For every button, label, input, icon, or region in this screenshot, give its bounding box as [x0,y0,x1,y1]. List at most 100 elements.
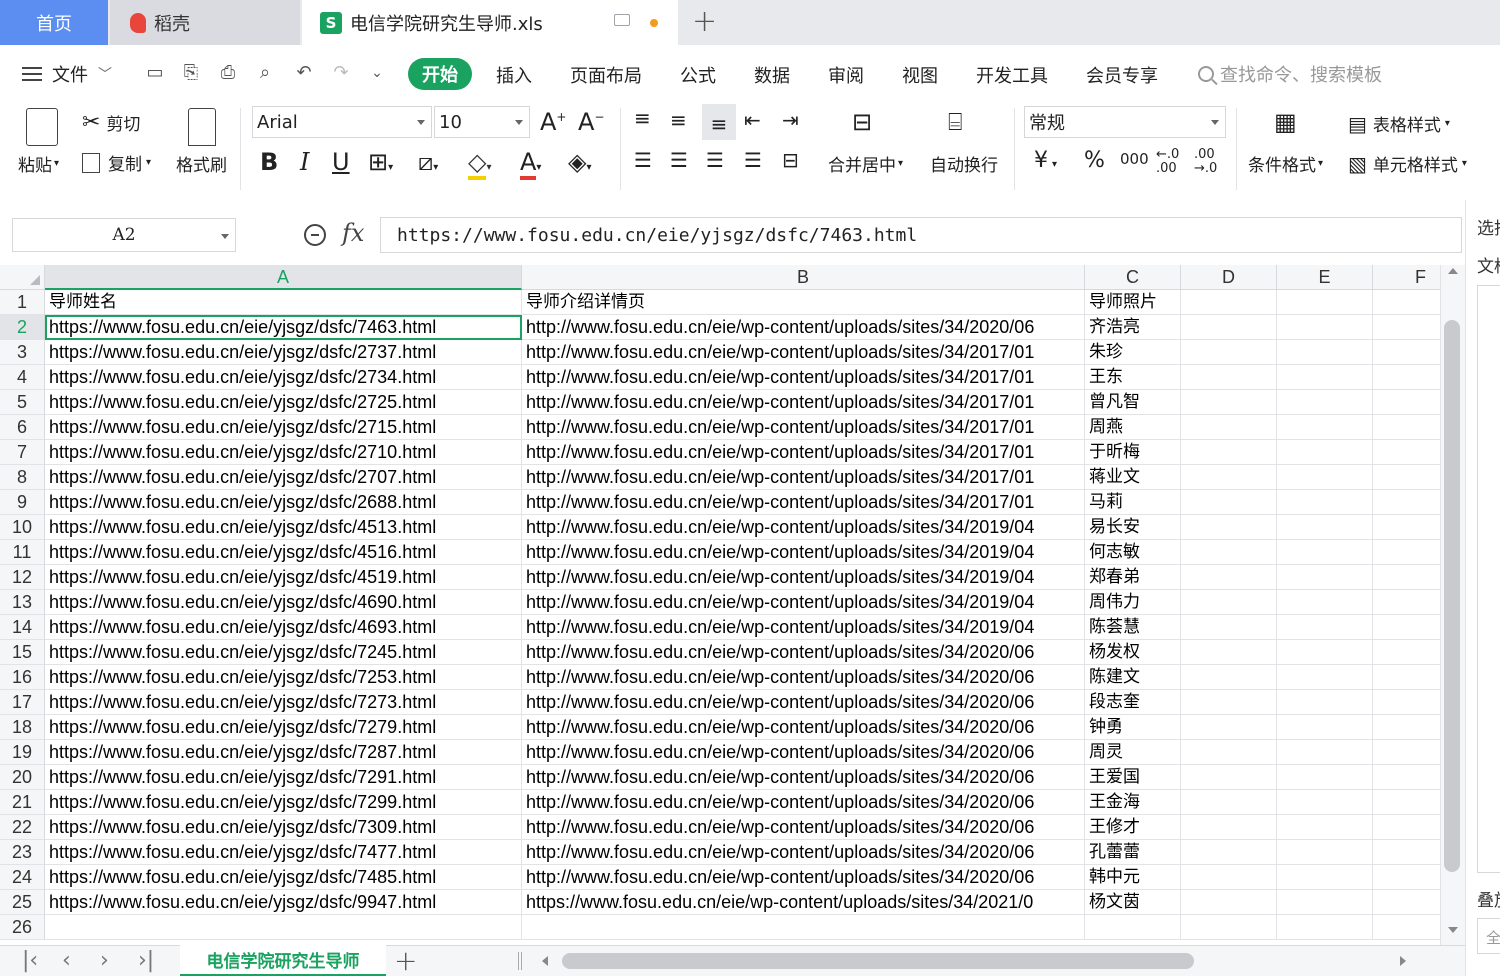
cell-c24[interactable]: 韩中元 [1085,865,1181,890]
cell-c26[interactable] [1085,915,1181,940]
cell-b15[interactable]: http://www.fosu.edu.cn/eie/wp-content/up… [522,640,1085,665]
cell-b4[interactable]: http://www.fosu.edu.cn/eie/wp-content/up… [522,365,1085,390]
bold-button[interactable]: B [260,148,278,176]
cell-c21[interactable]: 王金海 [1085,790,1181,815]
cell-e17[interactable] [1277,690,1373,715]
cell-a11[interactable]: https://www.fosu.edu.cn/eie/yjsgz/dsfc/4… [45,540,522,565]
cell-b21[interactable]: http://www.fosu.edu.cn/eie/wp-content/up… [522,790,1085,815]
row-header[interactable]: 22 [0,815,45,840]
name-box[interactable]: A2 [12,218,236,252]
cell-d9[interactable] [1181,490,1277,515]
cell-f20[interactable] [1373,765,1440,790]
cell-b22[interactable]: http://www.fosu.edu.cn/eie/wp-content/up… [522,815,1085,840]
cell-f5[interactable] [1373,390,1440,415]
cell-f13[interactable] [1373,590,1440,615]
cell-f26[interactable] [1373,915,1440,940]
cell-b17[interactable]: http://www.fosu.edu.cn/eie/wp-content/up… [522,690,1085,715]
row-header[interactable]: 11 [0,540,45,565]
prev-sheet-icon[interactable]: ‹ [62,948,71,973]
row-header[interactable]: 23 [0,840,45,865]
monitor-icon[interactable] [614,14,630,26]
row-header[interactable]: 1 [0,290,45,315]
cell-a6[interactable]: https://www.fosu.edu.cn/eie/yjsgz/dsfc/2… [45,415,522,440]
decrease-decimal-icon[interactable]: .00 →.0 [1194,148,1217,176]
cell-d22[interactable] [1181,815,1277,840]
cell-d7[interactable] [1181,440,1277,465]
print-icon[interactable]: ⎙ [217,62,239,84]
cell-c22[interactable]: 王修才 [1085,815,1181,840]
sheet-tab-active[interactable]: 电信学院研究生导师 [180,945,386,976]
cell-e7[interactable] [1277,440,1373,465]
currency-icon[interactable]: ¥ ▾ [1034,148,1057,173]
cell-f25[interactable] [1373,890,1440,915]
cell-c20[interactable]: 王爱国 [1085,765,1181,790]
align-top-icon[interactable]: ≡ [634,106,651,130]
cell-a19[interactable]: https://www.fosu.edu.cn/eie/yjsgz/dsfc/7… [45,740,522,765]
scroll-up-icon[interactable] [1448,268,1458,274]
cell-b1[interactable]: 导师介绍详情页 [522,290,1085,315]
cell-a16[interactable]: https://www.fosu.edu.cn/eie/yjsgz/dsfc/7… [45,665,522,690]
cell-d26[interactable] [1181,915,1277,940]
split-handle-icon[interactable] [518,952,522,970]
cell-e20[interactable] [1277,765,1373,790]
spreadsheet-grid[interactable]: A B C D E F 1 导师姓名 导师介绍详情页 导师照片 2 https://www.fosu.… [0,265,1440,945]
cell-c10[interactable]: 易长安 [1085,515,1181,540]
redo-icon[interactable]: ↷ [330,62,352,84]
cell-c11[interactable]: 何志敏 [1085,540,1181,565]
cut-button[interactable]: ✂ 剪切 [82,110,140,135]
fill-color-icon[interactable]: ◇▾ [468,148,492,180]
cell-a5[interactable]: https://www.fosu.edu.cn/eie/yjsgz/dsfc/2… [45,390,522,415]
underline-button[interactable]: U [332,148,350,176]
row-header[interactable]: 14 [0,615,45,640]
column-header-e[interactable]: E [1277,265,1373,290]
cell-c19[interactable]: 周灵 [1085,740,1181,765]
cell-d1[interactable] [1181,290,1277,315]
menu-tab-page-layout[interactable]: 页面布局 [570,62,642,88]
cell-c25[interactable]: 杨文茵 [1085,890,1181,915]
cell-d11[interactable] [1181,540,1277,565]
cell-d2[interactable] [1181,315,1277,340]
tab-daoke[interactable]: 稻壳 [110,0,300,45]
cell-b16[interactable]: http://www.fosu.edu.cn/eie/wp-content/up… [522,665,1085,690]
cell-a26[interactable] [45,915,522,940]
cell-b25[interactable]: https://www.fosu.edu.cn/eie/wp-content/u… [522,890,1085,915]
cell-b6[interactable]: http://www.fosu.edu.cn/eie/wp-content/up… [522,415,1085,440]
cell-c13[interactable]: 周伟力 [1085,590,1181,615]
cell-f19[interactable] [1373,740,1440,765]
cell-c9[interactable]: 马莉 [1085,490,1181,515]
cell-a7[interactable]: https://www.fosu.edu.cn/eie/yjsgz/dsfc/2… [45,440,522,465]
cell-e19[interactable] [1277,740,1373,765]
row-header[interactable]: 5 [0,390,45,415]
cell-c16[interactable]: 陈建文 [1085,665,1181,690]
cell-c2[interactable]: 齐浩亮 [1085,315,1181,340]
column-header-a[interactable]: A [45,265,522,290]
menu-tab-start[interactable]: 开始 [408,58,472,90]
row-header[interactable]: 19 [0,740,45,765]
export-icon[interactable]: ⎘ [180,62,202,84]
side-pane-doc-label[interactable]: 文档 [1477,252,1500,277]
cell-d25[interactable] [1181,890,1277,915]
cell-d5[interactable] [1181,390,1277,415]
row-header[interactable]: 20 [0,765,45,790]
cell-d4[interactable] [1181,365,1277,390]
cell-e15[interactable] [1277,640,1373,665]
menu-tab-formula[interactable]: 公式 [680,62,716,88]
vertical-scroll-thumb[interactable] [1444,320,1460,872]
cell-a21[interactable]: https://www.fosu.edu.cn/eie/yjsgz/dsfc/7… [45,790,522,815]
scroll-right-icon[interactable] [1400,956,1406,966]
cell-a20[interactable]: https://www.fosu.edu.cn/eie/yjsgz/dsfc/7… [45,765,522,790]
scroll-down-icon[interactable] [1448,927,1458,933]
cell-b20[interactable]: http://www.fosu.edu.cn/eie/wp-content/up… [522,765,1085,790]
cell-e14[interactable] [1277,615,1373,640]
clear-format-icon[interactable]: ◈▾ [568,148,592,176]
side-pane-select-label[interactable]: 选择 [1477,214,1500,239]
cell-e9[interactable] [1277,490,1373,515]
column-header-d[interactable]: D [1181,265,1277,290]
row-header[interactable]: 4 [0,365,45,390]
menu-tab-insert[interactable]: 插入 [496,62,532,88]
cell-b26[interactable] [522,915,1085,940]
cell-a14[interactable]: https://www.fosu.edu.cn/eie/yjsgz/dsfc/4… [45,615,522,640]
paste-icon[interactable] [26,108,58,146]
cell-e22[interactable] [1277,815,1373,840]
row-header[interactable]: 13 [0,590,45,615]
